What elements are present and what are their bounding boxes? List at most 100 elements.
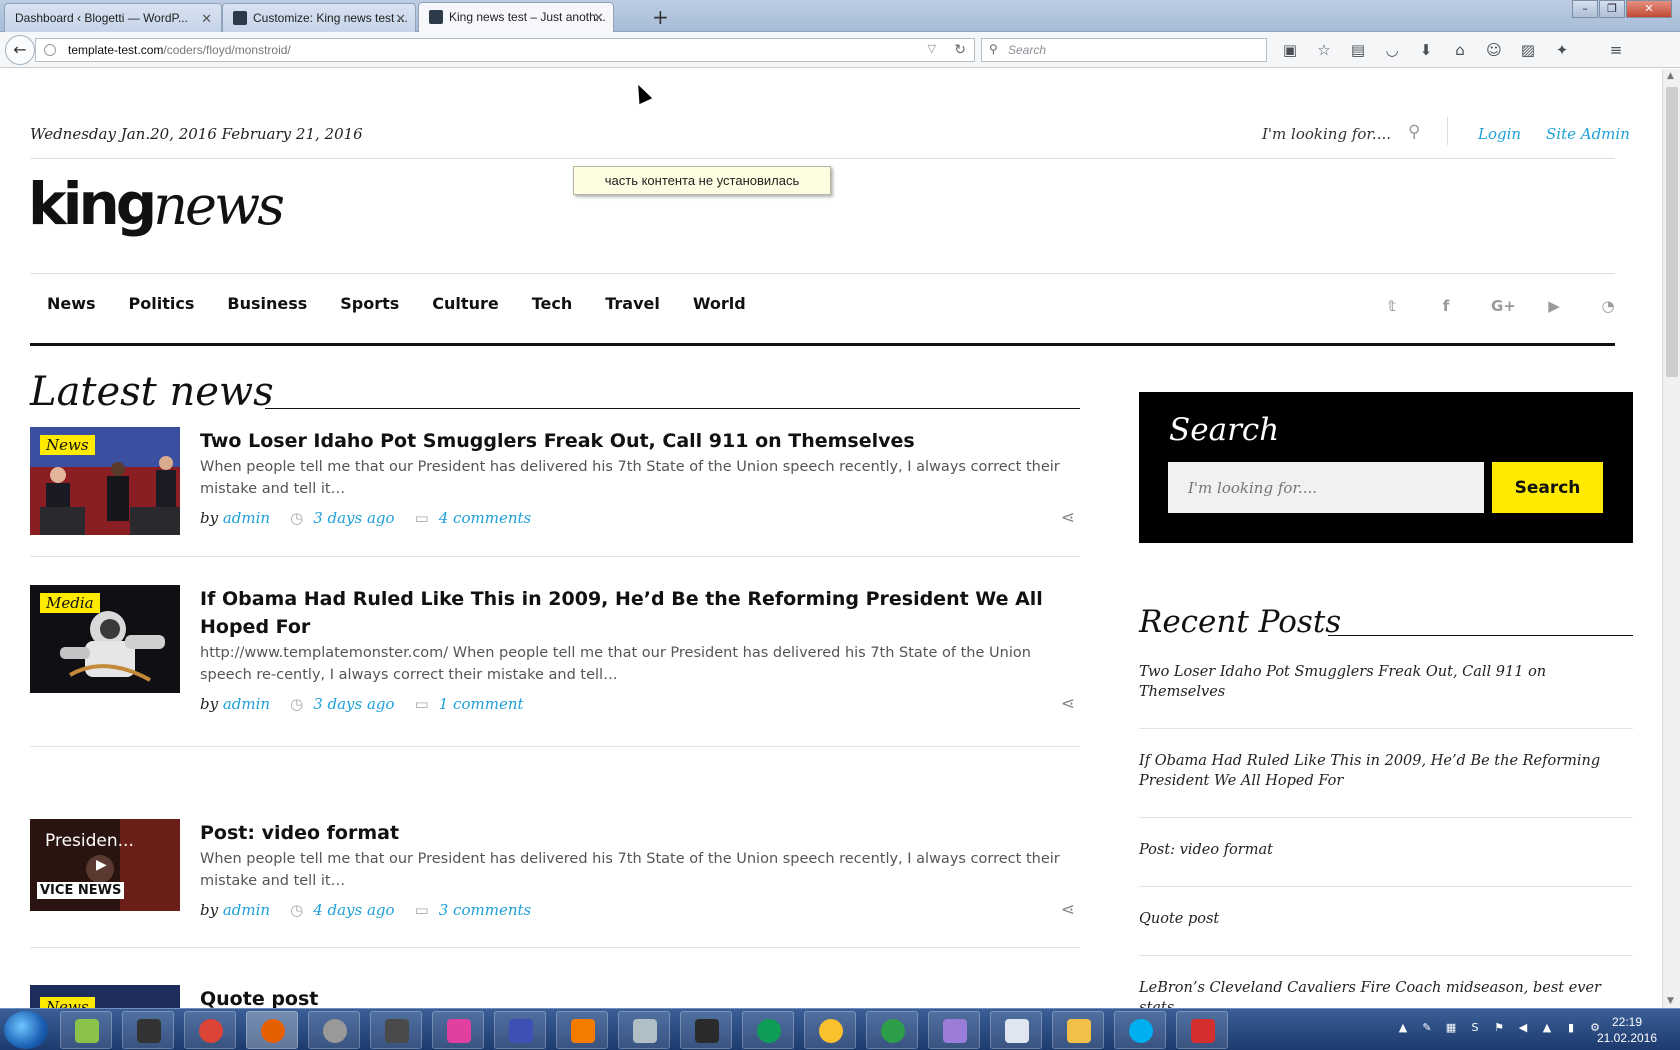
category-badge[interactable]: News bbox=[40, 997, 95, 1008]
volume-icon[interactable]: ◀ bbox=[1516, 1021, 1530, 1035]
taskbar-app-feather[interactable] bbox=[928, 1011, 980, 1049]
scrollbar-thumb[interactable] bbox=[1666, 87, 1678, 377]
address-bar[interactable]: template-test.com/coders/floyd/monstroid… bbox=[35, 38, 975, 62]
rss-icon[interactable]: ◔ bbox=[1599, 297, 1617, 315]
nav-item-culture[interactable]: Culture bbox=[432, 294, 498, 313]
nav-item-politics[interactable]: Politics bbox=[129, 294, 195, 313]
taskbar-app-calculator[interactable] bbox=[618, 1011, 670, 1049]
window-close-icon[interactable]: ✕ bbox=[1626, 0, 1672, 18]
post-thumbnail[interactable]: News bbox=[30, 985, 180, 1008]
category-badge[interactable]: Media bbox=[40, 593, 100, 613]
recent-post-link[interactable]: Two Loser Idaho Pot Smugglers Freak Out,… bbox=[1139, 662, 1633, 729]
taskbar-app-aimp[interactable] bbox=[804, 1011, 856, 1049]
close-tab-icon[interactable]: ✕ bbox=[201, 11, 212, 27]
post-date-link[interactable]: 3 days ago bbox=[313, 509, 394, 527]
search-icon[interactable]: ⚲ bbox=[1408, 122, 1420, 142]
share-icon[interactable]: ⋖ bbox=[1061, 508, 1075, 528]
bookmark-star-icon[interactable]: ☆ bbox=[1314, 40, 1334, 60]
taskbar-app-notes[interactable] bbox=[60, 1011, 112, 1049]
tray-feather-icon[interactable]: ✎ bbox=[1420, 1021, 1434, 1035]
new-tab-icon[interactable]: + bbox=[652, 5, 669, 29]
post-title[interactable]: Two Loser Idaho Pot Smugglers Freak Out,… bbox=[200, 427, 1070, 455]
minimize-icon[interactable]: – bbox=[1572, 0, 1598, 18]
network-icon[interactable]: ▮ bbox=[1564, 1021, 1578, 1035]
extension-icon[interactable]: ✦ bbox=[1552, 40, 1572, 60]
taskbar-app-pink[interactable] bbox=[432, 1011, 484, 1049]
taskbar-app-jetbrains[interactable] bbox=[680, 1011, 732, 1049]
taskbar-app-sublime[interactable] bbox=[370, 1011, 422, 1049]
nav-item-business[interactable]: Business bbox=[227, 294, 307, 313]
download-icon[interactable]: ⬇ bbox=[1416, 40, 1436, 60]
pocket-icon[interactable]: ◡ bbox=[1382, 40, 1402, 60]
back-arrow-icon[interactable]: ← bbox=[5, 35, 35, 65]
taskbar-app-skype[interactable] bbox=[1114, 1011, 1166, 1049]
menu-hamburger-icon[interactable]: ≡ bbox=[1606, 40, 1626, 60]
drive-icon[interactable]: ▲ bbox=[1540, 1021, 1554, 1035]
video-thumbnail[interactable]: Presiden... ▶ VICE NEWS bbox=[30, 819, 180, 911]
start-button-icon[interactable] bbox=[4, 1011, 48, 1049]
maximize-icon[interactable]: ❐ bbox=[1599, 0, 1625, 18]
category-badge[interactable]: News bbox=[40, 435, 95, 455]
taskbar-app-firefox[interactable] bbox=[246, 1011, 298, 1049]
nav-item-travel[interactable]: Travel bbox=[605, 294, 660, 313]
author-link[interactable]: admin bbox=[223, 901, 270, 919]
scroll-down-icon[interactable]: ▼ bbox=[1667, 996, 1674, 1006]
recent-post-link[interactable]: Post: video format bbox=[1139, 818, 1633, 887]
taskbar-app-red[interactable] bbox=[1176, 1011, 1228, 1049]
addon-icon[interactable]: ▨ bbox=[1518, 40, 1538, 60]
taskbar-app-pdf[interactable] bbox=[556, 1011, 608, 1049]
taskbar-clock[interactable]: 22:19 21.02.2016 bbox=[1587, 1014, 1667, 1046]
scroll-up-icon[interactable]: ▲ bbox=[1667, 71, 1674, 81]
author-link[interactable]: admin bbox=[223, 695, 270, 713]
chat-icon[interactable]: ☺ bbox=[1484, 40, 1504, 60]
site-admin-link[interactable]: Site Admin bbox=[1546, 125, 1630, 143]
nav-item-world[interactable]: World bbox=[693, 294, 746, 313]
post-thumbnail[interactable]: News bbox=[30, 427, 180, 535]
recent-post-link[interactable]: If Obama Had Ruled Like This in 2009, He… bbox=[1139, 729, 1633, 818]
header-search-input[interactable]: I'm looking for.... bbox=[1262, 125, 1391, 143]
taskbar-app-alien[interactable] bbox=[308, 1011, 360, 1049]
author-link[interactable]: admin bbox=[223, 509, 270, 527]
language-flag-icon[interactable]: ▦ bbox=[1444, 1021, 1458, 1035]
flag-icon[interactable]: ⚑ bbox=[1492, 1021, 1506, 1035]
page-scrollbar[interactable]: ▲ ▼ bbox=[1662, 69, 1680, 1008]
nav-item-sports[interactable]: Sports bbox=[340, 294, 399, 313]
recent-post-link[interactable]: Quote post bbox=[1139, 887, 1633, 956]
sidebar-search-input[interactable] bbox=[1168, 462, 1484, 513]
comments-link[interactable]: 4 comments bbox=[439, 509, 531, 527]
sidebar-search-button[interactable]: Search bbox=[1492, 462, 1603, 513]
taskbar-app-skype-s[interactable] bbox=[990, 1011, 1042, 1049]
post-title[interactable]: Post: video format bbox=[200, 819, 1070, 847]
tab-dashboard[interactable]: Dashboard ‹ Blogetti — WordP... ✕ bbox=[4, 3, 222, 32]
google-plus-icon[interactable]: G+ bbox=[1491, 297, 1516, 315]
comments-link[interactable]: 1 comment bbox=[439, 695, 524, 713]
close-tab-icon[interactable]: ✕ bbox=[593, 10, 604, 26]
taskbar-app-chrome2[interactable] bbox=[742, 1011, 794, 1049]
tab-customize[interactable]: Customize: King news test ... ✕ bbox=[222, 3, 416, 32]
screenshot-icon[interactable]: ▣ bbox=[1280, 40, 1300, 60]
taskbar-app-chrome[interactable] bbox=[184, 1011, 236, 1049]
login-link[interactable]: Login bbox=[1478, 125, 1521, 143]
close-tab-icon[interactable]: ✕ bbox=[395, 11, 406, 27]
nav-item-news[interactable]: News bbox=[47, 294, 96, 313]
taskbar-app-save[interactable] bbox=[494, 1011, 546, 1049]
post-title[interactable]: Quote post bbox=[200, 985, 1070, 1008]
recent-post-link[interactable]: LeBron’s Cleveland Cavaliers Fire Coach … bbox=[1139, 956, 1633, 1008]
share-icon[interactable]: ⋖ bbox=[1061, 694, 1075, 714]
play-icon[interactable]: ▶ bbox=[96, 857, 107, 873]
tray-s-icon[interactable]: S bbox=[1468, 1021, 1482, 1035]
reading-list-icon[interactable]: ▤ bbox=[1348, 40, 1368, 60]
post-title[interactable]: If Obama Had Ruled Like This in 2009, He… bbox=[200, 585, 1070, 641]
home-icon[interactable]: ⌂ bbox=[1450, 40, 1470, 60]
comments-link[interactable]: 3 comments bbox=[439, 901, 531, 919]
post-date-link[interactable]: 4 days ago bbox=[313, 901, 394, 919]
taskbar-app-tanks[interactable] bbox=[122, 1011, 174, 1049]
tray-expand-icon[interactable]: ▲ bbox=[1396, 1021, 1410, 1035]
history-dropdown-icon[interactable]: ▽ bbox=[928, 42, 936, 55]
taskbar-app-s[interactable] bbox=[866, 1011, 918, 1049]
youtube-icon[interactable]: ▶ bbox=[1545, 297, 1563, 315]
post-thumbnail[interactable]: Media bbox=[30, 585, 180, 693]
facebook-icon[interactable]: f bbox=[1437, 297, 1455, 315]
site-logo[interactable]: kingnews bbox=[28, 170, 285, 238]
twitter-icon[interactable]: 𝕥 bbox=[1383, 297, 1401, 315]
